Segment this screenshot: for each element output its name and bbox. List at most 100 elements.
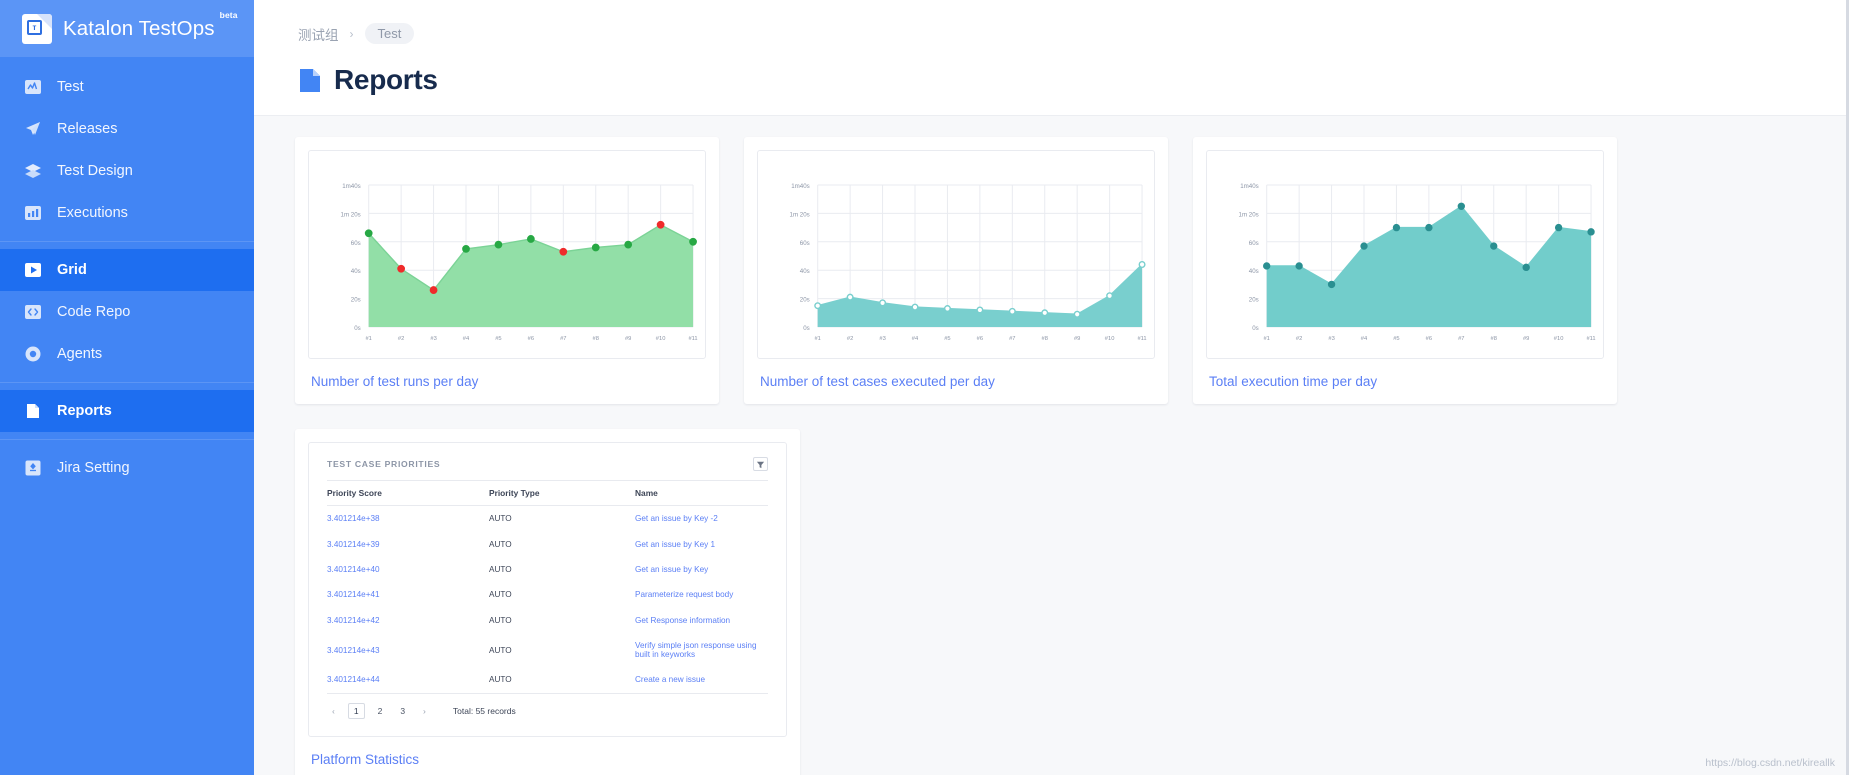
report-link-execution-time[interactable]: Total execution time per day [1206, 359, 1604, 404]
svg-text:#4: #4 [912, 336, 919, 342]
report-card-test-runs: 1m40s 1m 20s 60s 40s 20s 0s #1 #2 #3 #4 #5 #6 #7 #8 #9… [295, 137, 719, 404]
svg-text:40s: 40s [800, 268, 810, 275]
breadcrumb-current[interactable]: Test [364, 23, 415, 44]
area-chart-test-runs: 1m40s 1m 20s 60s 40s 20s 0s #1 #2 #3 #4 #5 #6 #7 #8 #9… [341, 183, 698, 342]
svg-text:#11: #11 [1586, 336, 1595, 342]
svg-text:#1: #1 [365, 336, 371, 342]
svg-text:#7: #7 [560, 336, 566, 342]
cell-priority-type: AUTO [489, 590, 512, 600]
page-title-row: Reports [298, 64, 1849, 96]
table-row: 3.401214e+43 AUTO Verify simple json respo… [327, 633, 768, 667]
pagination-page-1[interactable]: 1 [347, 702, 365, 719]
svg-text:60s: 60s [800, 240, 810, 247]
document-icon [298, 67, 322, 94]
cell-priority-type: AUTO [489, 675, 512, 685]
svg-text:20s: 20s [351, 297, 361, 304]
svg-text:#2: #2 [1296, 336, 1302, 342]
sidebar-item-label: Agents [57, 346, 103, 362]
table-caption: TEST CASE PRIORITIES [327, 459, 441, 469]
cell-priority-score: 3.401214e+38 [327, 514, 380, 524]
beta-badge: beta [219, 9, 238, 20]
cell-priority-type: AUTO [489, 514, 512, 524]
svg-text:#9: #9 [625, 336, 631, 342]
pagination: ‹ 1 2 3 › Total: 55 records [327, 692, 768, 726]
sidebar-item-label: Jira Setting [57, 460, 130, 476]
cell-name: Get an issue by Key 1 [635, 539, 716, 549]
svg-text:40s: 40s [1249, 268, 1259, 275]
table-row: 3.401214e+38 AUTO Get an issue by Key -2 [327, 506, 768, 532]
svg-text:#6: #6 [528, 336, 534, 342]
report-card-execution-time: 1m40s 1m 20s 60s 40s 20s 0s #1 #2 #3 #4 #5 #6 #7 #8 #9… [1193, 137, 1617, 404]
sidebar-item-label: Reports [57, 403, 112, 419]
sidebar-group-4: Jira Setting [0, 440, 254, 496]
svg-text:#10: #10 [1554, 336, 1564, 342]
svg-text:1m40s: 1m40s [342, 183, 360, 190]
svg-text:#3: #3 [879, 336, 885, 342]
sidebar-item-label: Test Design [57, 163, 133, 179]
svg-text:#9: #9 [1074, 336, 1080, 342]
svg-text:#3: #3 [1328, 336, 1334, 342]
filter-icon[interactable] [753, 457, 768, 471]
topbar: 测试组 › Test Reports [254, 0, 1849, 115]
svg-text:0s: 0s [1252, 325, 1259, 332]
report-link-test-cases[interactable]: Number of test cases executed per day [757, 359, 1155, 404]
area-chart-execution-time: 1m40s 1m 20s 60s 40s 20s 0s #1 #2 #3 #4 #5 #6 #7 #8 #9… [1239, 183, 1596, 342]
bar-chart-icon [22, 203, 43, 224]
sidebar-item-executions[interactable]: Executions [0, 192, 254, 234]
svg-text:#7: #7 [1458, 336, 1464, 342]
svg-text:#8: #8 [1042, 336, 1048, 342]
sidebar-item-reports[interactable]: Reports [0, 390, 254, 432]
app-root: ᴛ Katalon TestOps beta Test Releases Tes… [0, 0, 1849, 775]
chart-3-plot: 1m40s 1m 20s 60s 40s 20s 0s #1 #2 #3 #4 #5 #6 #7 #8 #9… [1239, 183, 1596, 342]
pagination-prev[interactable]: ‹ [327, 704, 340, 718]
test-chart-icon [22, 77, 43, 98]
sidebar-item-code-repo[interactable]: Code Repo [0, 291, 254, 333]
chart-container-3: 1m40s 1m 20s 60s 40s 20s 0s #1 #2 #3 #4 #5 #6 #7 #8 #9… [1206, 150, 1604, 359]
table-header-row: Priority Score Priority Type Name [327, 480, 768, 506]
chart-1-plot: 1m40s 1m 20s 60s 40s 20s 0s #1 #2 #3 #4 #5 #6 #7 #8 #9… [341, 183, 698, 342]
sidebar-item-label: Releases [57, 121, 118, 137]
pagination-next[interactable]: › [418, 704, 431, 718]
cell-priority-score: 3.401214e+43 [327, 645, 380, 655]
sidebar-item-grid[interactable]: Grid [0, 249, 254, 291]
svg-text:#11: #11 [688, 336, 697, 342]
svg-text:#6: #6 [1426, 336, 1432, 342]
chart-container-1: 1m40s 1m 20s 60s 40s 20s 0s #1 #2 #3 #4 #5 #6 #7 #8 #9… [308, 150, 706, 359]
svg-text:#5: #5 [944, 336, 950, 342]
report-link-test-runs[interactable]: Number of test runs per day [308, 359, 706, 404]
brand-title: Katalon TestOps beta [63, 10, 237, 41]
sidebar-item-test-design[interactable]: Test Design [0, 150, 254, 192]
svg-text:0s: 0s [803, 325, 810, 332]
cell-priority-type: AUTO [489, 645, 512, 655]
cell-priority-type: AUTO [489, 564, 512, 574]
breadcrumb-root[interactable]: 测试组 [298, 24, 339, 44]
brand-logo-area[interactable]: ᴛ Katalon TestOps beta [0, 0, 254, 57]
sidebar-item-label: Grid [57, 262, 87, 278]
breadcrumb-separator: › [349, 26, 354, 41]
svg-text:0s: 0s [354, 325, 361, 332]
report-link-platform-statistics[interactable]: Platform Statistics [308, 737, 787, 775]
table-caption-row: TEST CASE PRIORITIES [327, 457, 768, 480]
katalon-logo-mark: ᴛ [27, 19, 42, 35]
sidebar-item-label: Test [57, 79, 84, 95]
sidebar-item-releases[interactable]: Releases [0, 108, 254, 150]
page-title: Reports [334, 64, 438, 95]
sidebar-group-1: Test Releases Test Design Executions [0, 59, 254, 241]
table-head: Priority Score Priority Type Name [327, 480, 768, 506]
chart-container-2: 1m40s 1m 20s 60s 40s 20s 0s #1 #2 #3 #4 #5 #6 #7 #8 #9… [757, 150, 1155, 359]
cell-priority-type: AUTO [489, 615, 512, 625]
sidebar-item-agents[interactable]: Agents [0, 333, 254, 375]
sidebar-item-test[interactable]: Test [0, 66, 254, 108]
report-card-test-cases: 1m40s 1m 20s 60s 40s 20s 0s #1 #2 #3 #4 #5 #6 #7 #8 #9… [744, 137, 1168, 404]
svg-text:#8: #8 [593, 336, 599, 342]
col-priority-score: Priority Score [327, 480, 489, 506]
report-card-row-1: 1m40s 1m 20s 60s 40s 20s 0s #1 #2 #3 #4 #5 #6 #7 #8 #9… [295, 137, 1849, 404]
platform-statistics-table-box: TEST CASE PRIORITIES Priority Score Prio… [308, 442, 787, 737]
sidebar-item-jira-setting[interactable]: Jira Setting [0, 447, 254, 489]
sidebar-item-label: Code Repo [57, 304, 131, 320]
svg-text:#2: #2 [847, 336, 853, 342]
table-row: 3.401214e+44 AUTO Create a new issue [327, 667, 768, 692]
svg-text:#7: #7 [1009, 336, 1015, 342]
pagination-page-2[interactable]: 2 [373, 704, 388, 718]
pagination-page-3[interactable]: 3 [395, 704, 410, 718]
